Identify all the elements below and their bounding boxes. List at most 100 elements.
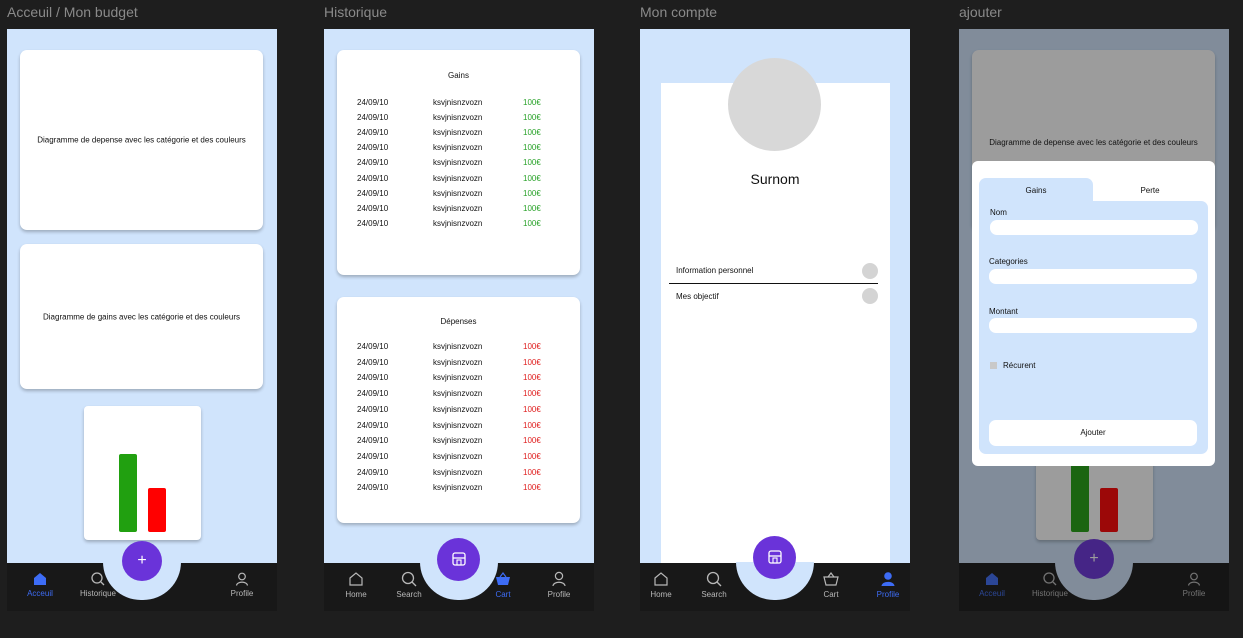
depenses-title: Dépenses: [440, 317, 477, 326]
basket-icon: [823, 572, 839, 586]
menu-item-label: Mes objectif: [676, 292, 719, 301]
table-row[interactable]: 24/09/10 ksvjnisnzvozn 100€: [357, 373, 560, 385]
row-date: 24/09/10: [357, 451, 389, 461]
user-icon: [235, 572, 249, 586]
add-transaction-modal: Gains Perte Nom Categories Montant Récur…: [972, 161, 1215, 466]
nom-label: Nom: [990, 208, 1007, 217]
mini-bar-chart[interactable]: [84, 406, 201, 540]
row-name: ksvjnisnzvozn: [433, 188, 483, 198]
ajouter-screen: Diagramme de depense avec les catégorie …: [959, 29, 1229, 611]
historique-screen: Gains 24/09/10 ksvjnisnzvozn 100€ 24/09/10 k…: [324, 29, 594, 611]
row-name: ksvjnisnzvozn: [433, 451, 483, 461]
nav-profile-label: Profile: [230, 589, 254, 598]
row-date: 24/09/10: [357, 98, 389, 107]
store-fab-button[interactable]: [437, 538, 480, 581]
tab-perte[interactable]: Perte: [1093, 178, 1207, 202]
table-row[interactable]: 24/09/10 ksvjnisnzvozn 100€: [357, 189, 560, 201]
tab-gains[interactable]: Gains: [979, 178, 1093, 202]
table-row[interactable]: 24/09/10 ksvjnisnzvozn 100€: [357, 452, 560, 464]
row-amount: 100€: [523, 188, 541, 198]
nav-cart[interactable]: Cart: [478, 571, 528, 599]
profile-panel: [661, 83, 890, 573]
row-date: 24/09/10: [357, 420, 389, 430]
nav-historique-label: Historique: [79, 589, 116, 598]
table-row[interactable]: 24/09/10 ksvjnisnzvozn 100€: [357, 468, 560, 480]
row-date: 24/09/10: [357, 158, 389, 168]
chart-bar: [148, 488, 166, 532]
expense-chart-card[interactable]: Diagramme de depense avec les catégorie …: [20, 50, 263, 230]
accueil-screen: Diagramme de depense avec les catégorie …: [7, 29, 277, 611]
table-row[interactable]: 24/09/10 ksvjnisnzvozn 100€: [357, 174, 560, 186]
nav-accueil[interactable]: Acceuil: [15, 572, 65, 598]
table-row[interactable]: 24/09/10 ksvjnisnzvozn 100€: [357, 98, 560, 110]
table-row[interactable]: 24/09/10 ksvjnisnzvozn 100€: [357, 143, 560, 155]
menu-information-personnel[interactable]: Information personnel: [670, 263, 878, 283]
menu-item-label: Information personnel: [676, 266, 754, 275]
income-chart-card[interactable]: Diagramme de gains avec les catégorie et…: [20, 244, 263, 389]
row-amount: 100€: [523, 389, 541, 399]
row-name: ksvjnisnzvozn: [433, 98, 483, 107]
table-row[interactable]: 24/09/10 ksvjnisnzvozn 100€: [357, 219, 560, 231]
nav-search[interactable]: Search: [384, 571, 434, 599]
nav-profile[interactable]: Profile: [534, 571, 584, 599]
add-fab-button[interactable]: +: [122, 541, 162, 581]
row-amount: 100€: [523, 173, 541, 183]
menu-mes-objectif[interactable]: Mes objectif: [670, 288, 878, 308]
table-row[interactable]: 24/09/10 ksvjnisnzvozn 100€: [357, 158, 560, 170]
row-amount: 100€: [523, 143, 541, 153]
nav-search-label: Search: [701, 590, 727, 599]
montant-input[interactable]: [989, 318, 1197, 333]
nav-profile[interactable]: Profile: [863, 571, 910, 599]
nav-cart[interactable]: Cart: [806, 571, 856, 599]
nav-home[interactable]: Home: [640, 571, 686, 599]
row-amount: 100€: [523, 467, 541, 477]
home-icon: [349, 572, 363, 586]
row-date: 24/09/10: [357, 218, 389, 228]
chart-bar: [119, 454, 137, 532]
nav-historique[interactable]: Historique: [73, 572, 123, 598]
nav-profile[interactable]: Profile: [217, 572, 267, 598]
table-row[interactable]: 24/09/10 ksvjnisnzvozn 100€: [357, 204, 560, 216]
search-icon: [706, 571, 722, 587]
categories-input[interactable]: [989, 269, 1197, 284]
table-row[interactable]: 24/09/10 ksvjnisnzvozn 100€: [357, 483, 560, 495]
table-row[interactable]: 24/09/10 ksvjnisnzvozn 100€: [357, 358, 560, 370]
home-icon: [654, 572, 668, 586]
search-icon: [401, 571, 417, 587]
row-name: ksvjnisnzvozn: [433, 203, 483, 213]
table-row[interactable]: 24/09/10 ksvjnisnzvozn 100€: [357, 128, 560, 140]
store-fab-button[interactable]: [753, 536, 796, 579]
nav-cart-label: Cart: [823, 590, 839, 599]
row-date: 24/09/10: [357, 113, 389, 123]
recurrent-checkbox[interactable]: [990, 362, 997, 369]
nav-search-label: Search: [396, 590, 422, 599]
table-row[interactable]: 24/09/10 ksvjnisnzvozn 100€: [357, 389, 560, 401]
row-name: ksvjnisnzvozn: [433, 173, 483, 183]
row-amount: 100€: [523, 373, 541, 383]
row-name: ksvjnisnzvozn: [433, 389, 483, 399]
ajouter-button[interactable]: Ajouter: [989, 420, 1197, 446]
row-name: ksvjnisnzvozn: [433, 143, 483, 153]
nav-home[interactable]: Home: [331, 571, 381, 599]
frame-title-compte: Mon compte: [640, 4, 718, 20]
table-row[interactable]: 24/09/10 ksvjnisnzvozn 100€: [357, 113, 560, 125]
nav-home-label: Home: [345, 590, 367, 599]
table-row[interactable]: 24/09/10 ksvjnisnzvozn 100€: [357, 342, 560, 354]
table-row[interactable]: 24/09/10 ksvjnisnzvozn 100€: [357, 405, 560, 417]
mini-bar-area: [84, 406, 201, 540]
row-amount: 100€: [523, 451, 541, 461]
basket-icon: [496, 572, 510, 585]
table-row[interactable]: 24/09/10 ksvjnisnzvozn 100€: [357, 436, 560, 448]
nom-input[interactable]: [990, 220, 1198, 235]
row-date: 24/09/10: [357, 389, 389, 399]
row-name: ksvjnisnzvozn: [433, 357, 483, 367]
avatar[interactable]: [728, 58, 821, 151]
nav-home-label: Home: [650, 590, 672, 599]
income-chart-placeholder: Diagramme de gains avec les catégorie et…: [43, 312, 240, 321]
row-date: 24/09/10: [357, 373, 389, 383]
nav-profile-label: Profile: [547, 590, 571, 599]
table-row[interactable]: 24/09/10 ksvjnisnzvozn 100€: [357, 421, 560, 433]
frame-title-historique: Historique: [324, 4, 388, 20]
row-name: ksvjnisnzvozn: [433, 158, 483, 168]
nav-search[interactable]: Search: [689, 571, 739, 599]
